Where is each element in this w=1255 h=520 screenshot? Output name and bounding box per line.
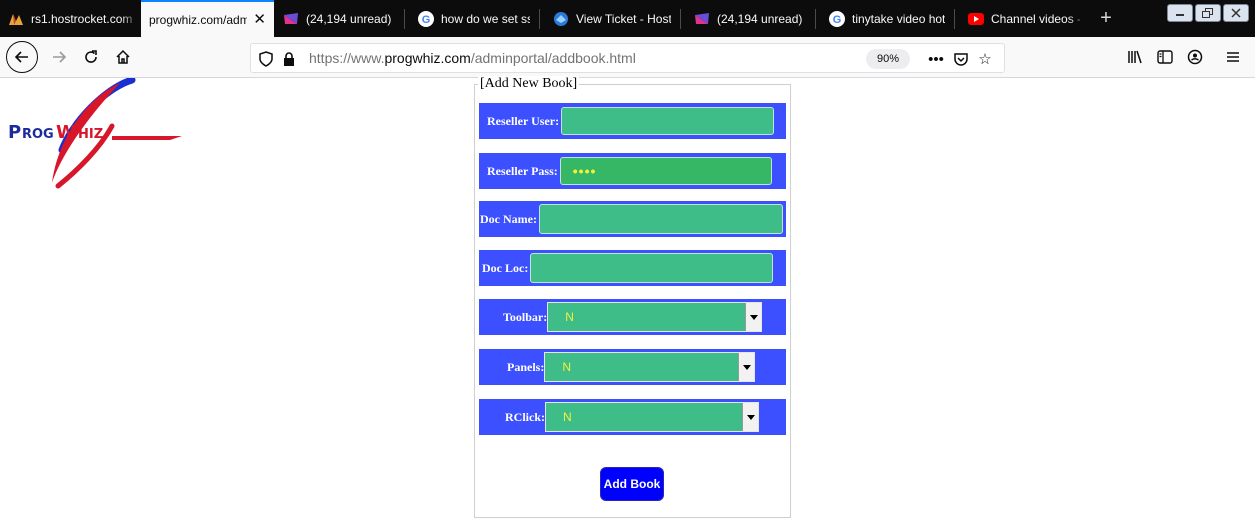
dropdown-arrow-icon[interactable] [742, 403, 758, 431]
reseller-pass-row: Reseller Pass: •••• [479, 153, 786, 189]
panels-label: Panels: [507, 359, 545, 374]
back-button[interactable] [6, 41, 38, 73]
reseller-user-row: Reseller User: [479, 103, 786, 139]
menu-button[interactable] [1218, 42, 1248, 72]
doc-loc-input[interactable] [530, 253, 774, 283]
svg-text:G: G [833, 14, 842, 26]
tab-title: Channel videos - [991, 11, 1080, 26]
toolbar-select[interactable]: N [547, 302, 763, 332]
tab-title: View Ticket - Host [576, 11, 671, 26]
tab-title: rs1.hostrocket.com [31, 11, 132, 26]
library-icon [1128, 50, 1142, 64]
svg-text:G: G [422, 14, 431, 26]
tab-strip: rs1.hostrocket.com progwhiz.com/adminpor… [0, 0, 1255, 37]
home-button[interactable] [108, 42, 138, 72]
url-prefix: https://www. [309, 50, 385, 66]
reload-icon [85, 50, 97, 63]
restore-button[interactable] [1195, 4, 1221, 22]
tab-google-tinytake[interactable]: G tinytake video hot [821, 0, 953, 37]
reseller-user-input[interactable] [561, 107, 775, 135]
window-controls [1167, 4, 1249, 22]
rclick-row: RClick: N [479, 399, 786, 435]
close-tab-icon[interactable]: ✕ [253, 12, 266, 27]
tab-title: how do we set ssl [441, 11, 530, 26]
doc-name-label: Doc Name: [480, 211, 537, 226]
tab-google-ssl[interactable]: G how do we set ssl [410, 0, 538, 37]
navigation-toolbar: https://www.progwhiz.com/adminportal/add… [0, 37, 1255, 78]
progwhiz-logo-image: P ROG W HIZ [8, 76, 182, 189]
reseller-user-label: Reseller User: [487, 113, 560, 128]
google-icon: G [418, 10, 434, 27]
panels-select[interactable]: N [544, 352, 756, 382]
ticket-icon [553, 11, 569, 27]
library-button[interactable] [1120, 42, 1150, 72]
dropdown-arrow-icon[interactable] [745, 303, 762, 331]
toolbar-row: Toolbar: N [479, 299, 786, 335]
tab-title: progwhiz.com/adminportal [149, 12, 247, 27]
google-icon: G [829, 10, 845, 27]
reseller-pass-label: Reseller Pass: [487, 163, 558, 178]
tab-progwhiz[interactable]: progwhiz.com/adminportal ✕ [141, 0, 274, 37]
logo-text-w: W [56, 122, 76, 143]
new-tab-button[interactable]: + [1090, 0, 1122, 37]
toolbar-select-value: N [565, 310, 574, 324]
bookmark-star-icon[interactable]: ☆ [975, 49, 995, 69]
add-book-button[interactable]: Add Book [600, 467, 664, 501]
zoom-indicator[interactable]: 90% [866, 49, 910, 69]
tab-mail-1[interactable]: (24,194 unread) - [275, 0, 403, 37]
doc-loc-label: Doc Loc: [482, 260, 529, 275]
form-legend: [Add New Book] [478, 76, 580, 92]
forward-arrow-icon [53, 51, 67, 63]
sidebar-button[interactable] [1150, 42, 1180, 72]
hostrocket-icon [8, 11, 24, 27]
address-bar[interactable]: https://www.progwhiz.com/adminportal/add… [250, 43, 1005, 73]
progwhiz-logo: P ROG W HIZ [0, 76, 190, 190]
page-actions-icon[interactable]: ••• [926, 49, 946, 69]
account-button[interactable] [1180, 42, 1210, 72]
rclick-label: RClick: [505, 409, 545, 424]
url-domain: progwhiz.com [384, 50, 471, 66]
doc-name-input[interactable] [538, 204, 783, 234]
mail-icon [283, 11, 299, 27]
reload-button[interactable] [76, 42, 106, 72]
panels-select-value: N [562, 360, 572, 374]
tab-mail-2[interactable]: (24,194 unread) - [686, 0, 814, 37]
logo-text-prog: P [8, 122, 21, 143]
logo-text-rog: ROG [22, 127, 54, 142]
url-text[interactable]: https://www.progwhiz.com/adminportal/add… [309, 50, 636, 66]
toolbar-label: Toolbar: [503, 309, 548, 324]
close-window-button[interactable] [1223, 4, 1249, 22]
mail-icon [694, 11, 710, 27]
back-arrow-icon [14, 51, 28, 63]
account-icon [1187, 49, 1203, 65]
minimize-button[interactable] [1167, 4, 1193, 22]
tracking-shield-icon[interactable] [256, 49, 276, 69]
hamburger-menu-icon [1227, 52, 1239, 62]
doc-loc-row: Doc Loc: [479, 250, 786, 286]
pocket-icon[interactable] [951, 49, 971, 69]
logo-text-hiz: HIZ [78, 127, 103, 142]
tab-view-ticket[interactable]: View Ticket - Host [545, 0, 679, 37]
dropdown-arrow-icon[interactable] [738, 353, 755, 381]
lock-icon[interactable] [279, 49, 299, 69]
sidebar-icon [1157, 50, 1173, 64]
panels-row: Panels: N [479, 349, 786, 385]
rclick-select[interactable]: N [545, 402, 759, 432]
tab-title: (24,194 unread) - [306, 11, 395, 26]
tab-hostrocket[interactable]: rs1.hostrocket.com [0, 0, 140, 37]
doc-name-row: Doc Name: [479, 201, 786, 237]
tab-title: tinytake video hot [852, 11, 945, 26]
rclick-select-value: N [563, 410, 572, 424]
reseller-pass-input[interactable]: •••• [559, 157, 772, 185]
tab-title: (24,194 unread) - [717, 11, 806, 26]
url-path: /adminportal/addbook.html [470, 50, 636, 66]
forward-button[interactable] [44, 42, 74, 72]
home-icon [116, 49, 130, 64]
youtube-icon [968, 11, 984, 27]
tab-youtube[interactable]: Channel videos - [960, 0, 1088, 37]
